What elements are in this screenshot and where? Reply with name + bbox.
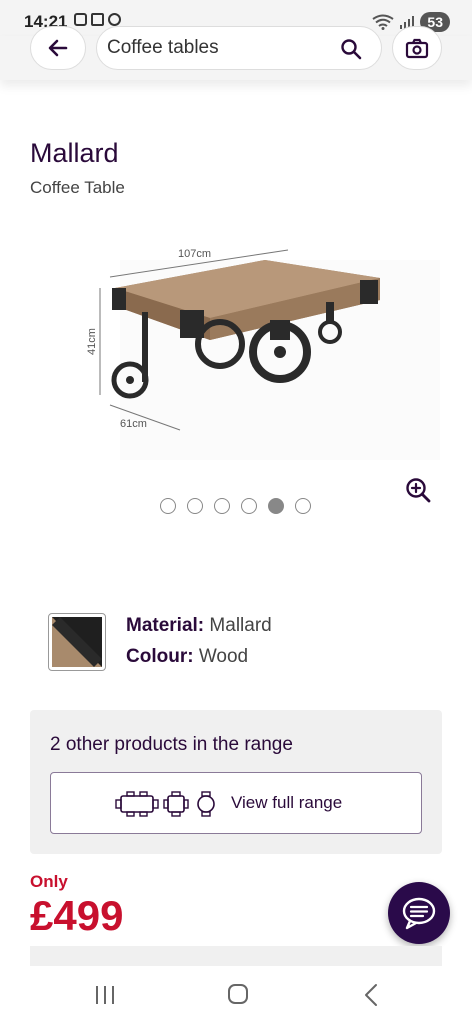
nav-back-icon[interactable] xyxy=(364,983,378,1007)
dimension-width-label: 107cm xyxy=(178,248,211,260)
material-value: Mallard xyxy=(209,615,272,636)
product-title: Mallard xyxy=(30,138,119,168)
square-table-icon xyxy=(163,791,189,817)
recents-button[interactable] xyxy=(96,986,114,1004)
search-input[interactable]: Coffee tables xyxy=(96,26,382,70)
carousel-dot[interactable] xyxy=(187,498,203,514)
material-label: Material: xyxy=(126,615,205,636)
price-value: £499 xyxy=(30,892,124,939)
view-full-range-label: View full range xyxy=(231,793,343,812)
material-swatch[interactable] xyxy=(48,613,106,671)
zoom-in-icon[interactable] xyxy=(404,476,432,504)
chat-button[interactable] xyxy=(388,882,450,944)
only-label: Only xyxy=(30,872,68,891)
header: Coffee tables xyxy=(0,26,472,80)
chat-icon xyxy=(402,897,436,930)
carousel-dots xyxy=(160,498,311,514)
gmail-icon xyxy=(91,13,104,26)
colour-line: Colour: Wood xyxy=(126,646,248,668)
back-arrow-icon xyxy=(48,39,68,57)
system-nav-bar xyxy=(0,966,472,1024)
carousel-dot[interactable] xyxy=(214,498,230,514)
dimension-depth-label: 61cm xyxy=(120,418,147,430)
back-button[interactable] xyxy=(30,26,86,70)
carousel-dot[interactable] xyxy=(241,498,257,514)
product-image[interactable]: 107cm 41cm 61cm xyxy=(80,240,440,470)
wifi-icon xyxy=(372,14,394,30)
search-value: Coffee tables xyxy=(107,37,219,58)
carousel-dot-active[interactable] xyxy=(268,498,284,514)
search-icon[interactable] xyxy=(339,37,363,61)
camera-search-button[interactable] xyxy=(392,26,442,70)
sync-icon xyxy=(108,13,121,26)
swatch-image xyxy=(52,617,102,667)
view-full-range-button[interactable]: View full range xyxy=(50,772,422,834)
dimension-height-label: 41cm xyxy=(86,328,98,355)
screenshot-icon xyxy=(74,13,87,26)
carousel-dot[interactable] xyxy=(295,498,311,514)
round-table-icon xyxy=(197,791,215,817)
colour-value: Wood xyxy=(198,646,249,667)
material-line: Material: Mallard xyxy=(126,615,272,637)
camera-icon xyxy=(405,38,429,59)
bottom-panel xyxy=(30,946,442,966)
product-subtitle: Coffee Table xyxy=(30,178,125,197)
range-icons xyxy=(115,791,219,817)
notification-icons xyxy=(74,13,121,26)
carousel-dot[interactable] xyxy=(160,498,176,514)
colour-label: Colour: xyxy=(126,646,194,667)
range-title: 2 other products in the range xyxy=(50,734,293,755)
table-shape-icon xyxy=(115,791,159,817)
range-panel: 2 other products in the range View full … xyxy=(30,710,442,854)
home-button[interactable] xyxy=(228,984,248,1004)
